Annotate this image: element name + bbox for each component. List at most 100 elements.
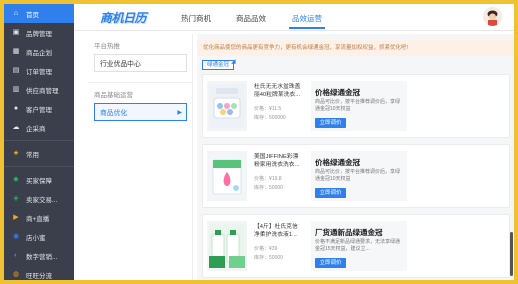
supplier-icon: ▥ [12, 85, 20, 93]
stock-value: 500000 [269, 115, 286, 121]
sidebar-item-label: 订单管理 [26, 68, 52, 76]
sidebar-item-store-assistant[interactable]: ◉ 店小蜜 [4, 227, 74, 246]
tab-effect-operations[interactable]: 品效运营 [292, 13, 322, 24]
marketing-icon: ◐ [13, 251, 19, 259]
stock-value: 50000 [269, 185, 283, 191]
sidebar-divider [4, 166, 74, 167]
sidebar-item-label: 商+直播 [26, 215, 50, 223]
sidebar-item-label: 首页 [26, 11, 39, 19]
offer-description: 商品可比价，按平台推荐调价后，享绿通金冠10天权益 [315, 169, 401, 182]
app-window: ⌂ 首页 ▣ 品牌管理 ▦ 商品企划 ▤ 订单管理 ▥ 供应商管理 ● 客户管理… [4, 4, 514, 280]
app-logo[interactable]: 商机日历 [100, 9, 147, 26]
filter-tag[interactable]: 绿通金冠 ◢ [202, 59, 236, 70]
sidebar-item-label: 常用 [26, 151, 39, 159]
price-value: ¥39 [269, 246, 278, 252]
stock-label: 库存： [254, 255, 270, 261]
brand-icon: ▣ [12, 28, 20, 36]
sidebar-item-live[interactable]: ▶ 商+直播 [4, 208, 74, 227]
offer-title: 价格绿通金冠 [315, 158, 360, 167]
notice-banner: 优化商品使您的商品更有竞争力，更有机会绿通金冠，享流量加权权益，抓紧优化吧! [197, 40, 514, 56]
sidebar-item-customers[interactable]: ● 客户管理 [4, 99, 74, 118]
offer-title: 价格绿通金冠 [315, 88, 360, 97]
sidebar-item-label: 卖家交易... [26, 196, 58, 204]
product-image[interactable] [207, 151, 247, 201]
stock-row: 库存：50000 [254, 254, 283, 261]
avatar[interactable] [483, 7, 502, 26]
adjust-price-button[interactable]: 立即调价 [315, 118, 346, 128]
sidebar-item-label: 客户管理 [26, 106, 52, 114]
sidebar-item-suppliers[interactable]: ▥ 供应商管理 [4, 80, 74, 99]
top-header: 商机日历 热门商机 商品品效 品效运营 [74, 4, 514, 31]
product-title[interactable]: 杜氏无无水盆珠盖丽40粒牌某洗衣... [254, 83, 301, 99]
person-icon: ● [13, 104, 19, 112]
active-tab-indicator [289, 27, 325, 29]
sidebar-item-planning[interactable]: ▦ 商品企划 [4, 42, 74, 61]
shield-icon: ◆ [13, 175, 19, 183]
sidebar-item-favorites[interactable]: ★ 常用 [4, 144, 74, 163]
product-title[interactable]: 美国JIFFINE彩漂粉家用洗衣洗衣... [254, 153, 301, 169]
sidebar-item-orders[interactable]: ▤ 订单管理 [4, 61, 74, 80]
stock-row: 库存：500000 [254, 114, 286, 121]
offer-panel: 价格绿通金冠 商品可比价，按平台推荐调价后，享绿通金冠10天权益 立即调价 [311, 81, 407, 131]
price-label: 价格： [254, 176, 270, 182]
adjust-price-button[interactable]: 立即调价 [315, 188, 346, 198]
product-image[interactable] [207, 81, 247, 131]
sidebar-item-home[interactable]: ⌂ 首页 [4, 4, 74, 23]
sidebar-item-label: 品牌管理 [26, 30, 52, 38]
grid-icon: ▦ [12, 47, 20, 55]
sidebar-item-label: 商品企划 [26, 49, 52, 57]
sidebar-item-digital-marketing[interactable]: ◐ 数字营销... [4, 246, 74, 265]
tab-hot-opportunities[interactable]: 热门商机 [181, 13, 211, 24]
sidebar-item-label: 数字营销... [26, 253, 58, 261]
stock-label: 库存： [254, 185, 270, 191]
stock-row: 库存：50000 [254, 184, 283, 191]
menu-item-quality-center[interactable]: 行业优品中心 [94, 54, 187, 72]
offer-panel: 厂货通新品绿通金冠 价格不满足新品绿通要求，无法享绿通金冠15天权益，建议立..… [311, 221, 407, 271]
menu-section-title: 商品基础运营 [94, 92, 133, 99]
sidebar-item-seller-trade[interactable]: ◈ 卖家交易... [4, 189, 74, 208]
filter-tag-label: 绿通金冠 [207, 62, 230, 68]
price-row: 价格：¥39 [254, 245, 277, 252]
tab-product-effect[interactable]: 商品品效 [236, 13, 266, 24]
stock-label: 库存： [254, 115, 270, 121]
price-value: ¥19.8 [269, 176, 282, 182]
menu-item-label: 商品优化 [100, 110, 128, 117]
product-title[interactable]: 【4斤】杜氏克信净柔护洗衣液1... [254, 223, 301, 239]
sidebar-item-label: 旺旺分流 [26, 272, 52, 280]
offer-panel: 价格绿通金冠 商品可比价，按平台推荐调价后，享绿通金冠10天权益 立即调价 [311, 151, 407, 201]
trade-icon: ◈ [13, 194, 19, 202]
chevron-right-icon: ▶ [177, 109, 182, 116]
home-icon: ⌂ [13, 9, 19, 17]
adjust-price-button[interactable]: 立即调价 [315, 258, 346, 268]
offer-title: 厂货通新品绿通金冠 [315, 228, 383, 237]
price-label: 价格： [254, 106, 270, 112]
sidebar: ⌂ 首页 ▣ 品牌管理 ▦ 商品企划 ▤ 订单管理 ▥ 供应商管理 ● 客户管理… [4, 4, 74, 280]
sidebar-item-brand[interactable]: ▣ 品牌管理 [4, 23, 74, 42]
order-icon: ▤ [12, 66, 20, 74]
sidebar-divider [4, 140, 74, 141]
secondary-menu: 平台热推 行业优品中心 商品基础运营 商品优化 ▶ [88, 34, 193, 280]
price-value: ¥11.5 [269, 106, 282, 112]
cloud-icon: ☁ [12, 123, 20, 131]
sidebar-item-label: 店小蜜 [26, 234, 46, 242]
stock-value: 50000 [269, 255, 283, 261]
offer-description: 价格不满足新品绿通要求，无法享绿通金冠15天权益，建议立... [315, 239, 401, 252]
product-image[interactable] [207, 221, 247, 271]
menu-section-title: 平台热推 [94, 43, 120, 50]
sidebar-item-label: 买家保障 [26, 177, 52, 185]
offer-description: 商品可比价，按平台推荐调价后，享绿通金冠10天权益 [315, 99, 401, 112]
sidebar-item-enterprise[interactable]: ☁ 企采商 [4, 118, 74, 137]
tag-corner-icon: ◢ [231, 59, 236, 65]
scrollbar-thumb[interactable] [510, 232, 513, 276]
sidebar-item-wangwang[interactable]: ◍ 旺旺分流 [4, 265, 74, 280]
product-card: 美国JIFFINE彩漂粉家用洗衣洗衣... 价格：¥19.8 库存：50000 … [202, 144, 510, 208]
price-row: 价格：¥11.5 [254, 105, 281, 112]
product-card: 杜氏无无水盆珠盖丽40粒牌某洗衣... 价格：¥11.5 库存：500000 价… [202, 74, 510, 138]
sidebar-item-buyer-protection[interactable]: ◆ 买家保障 [4, 170, 74, 189]
star-icon: ★ [12, 149, 20, 157]
price-label: 价格： [254, 246, 270, 252]
chat-icon: ◍ [12, 270, 20, 278]
product-card: 【4斤】杜氏克信净柔护洗衣液1... 价格：¥39 库存：50000 厂货通新品… [202, 214, 510, 278]
menu-item-product-optimization[interactable]: 商品优化 ▶ [94, 103, 187, 121]
live-icon: ▶ [13, 213, 19, 221]
